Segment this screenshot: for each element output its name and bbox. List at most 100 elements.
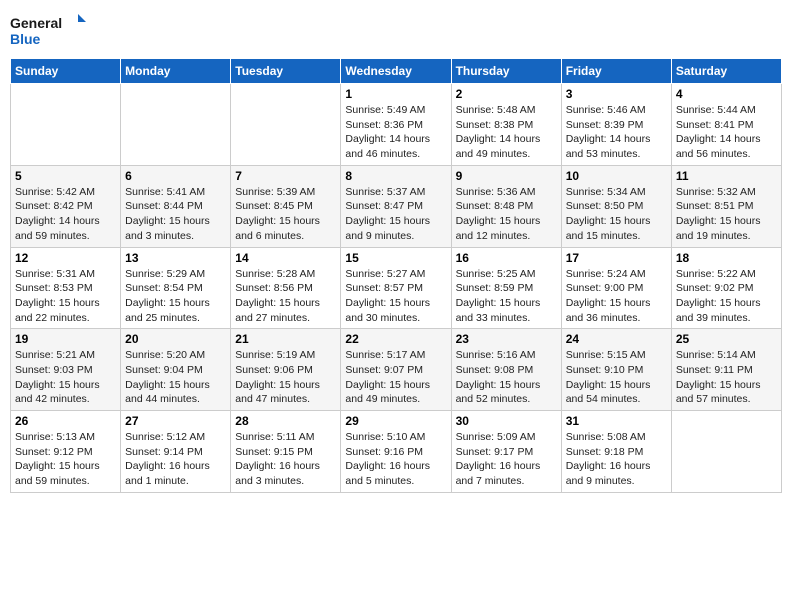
calendar-cell: 23 Sunrise: 5:16 AMSunset: 9:08 PMDayligh…: [451, 329, 561, 411]
day-number: 10: [566, 169, 667, 183]
day-info: Sunrise: 5:21 AMSunset: 9:03 PMDaylight:…: [15, 348, 116, 407]
day-number: 13: [125, 251, 226, 265]
weekday-header: Friday: [561, 59, 671, 84]
day-info: Sunrise: 5:22 AMSunset: 9:02 PMDaylight:…: [676, 267, 777, 326]
day-number: 26: [15, 414, 116, 428]
calendar-cell: 8 Sunrise: 5:37 AMSunset: 8:47 PMDaylight…: [341, 165, 451, 247]
day-number: 24: [566, 332, 667, 346]
day-info: Sunrise: 5:11 AMSunset: 9:15 PMDaylight:…: [235, 430, 336, 489]
day-info: Sunrise: 5:15 AMSunset: 9:10 PMDaylight:…: [566, 348, 667, 407]
day-info: Sunrise: 5:39 AMSunset: 8:45 PMDaylight:…: [235, 185, 336, 244]
day-number: 29: [345, 414, 446, 428]
calendar-cell: 13 Sunrise: 5:29 AMSunset: 8:54 PMDayligh…: [121, 247, 231, 329]
svg-text:Blue: Blue: [10, 31, 41, 47]
calendar-cell: 5 Sunrise: 5:42 AMSunset: 8:42 PMDaylight…: [11, 165, 121, 247]
day-number: 17: [566, 251, 667, 265]
day-info: Sunrise: 5:14 AMSunset: 9:11 PMDaylight:…: [676, 348, 777, 407]
day-info: Sunrise: 5:49 AMSunset: 8:36 PMDaylight:…: [345, 103, 446, 162]
day-info: Sunrise: 5:34 AMSunset: 8:50 PMDaylight:…: [566, 185, 667, 244]
day-info: Sunrise: 5:46 AMSunset: 8:39 PMDaylight:…: [566, 103, 667, 162]
calendar-cell: 7Sunrise: 5:39 AMSunset: 8:45 PMDaylight…: [231, 165, 341, 247]
day-number: 23: [456, 332, 557, 346]
calendar-week-row: 5 Sunrise: 5:42 AMSunset: 8:42 PMDaylight…: [11, 165, 782, 247]
day-number: 1: [345, 87, 446, 101]
day-info: Sunrise: 5:17 AMSunset: 9:07 PMDaylight:…: [345, 348, 446, 407]
day-number: 16: [456, 251, 557, 265]
day-info: Sunrise: 5:09 AMSunset: 9:17 PMDaylight:…: [456, 430, 557, 489]
calendar-cell: 14 Sunrise: 5:28 AMSunset: 8:56 PMDayligh…: [231, 247, 341, 329]
day-info: Sunrise: 5:19 AMSunset: 9:06 PMDaylight:…: [235, 348, 336, 407]
day-info: Sunrise: 5:28 AMSunset: 8:56 PMDaylight:…: [235, 267, 336, 326]
day-number: 20: [125, 332, 226, 346]
calendar-cell: 31Sunrise: 5:08 AMSunset: 9:18 PMDayligh…: [561, 411, 671, 493]
day-number: 14: [235, 251, 336, 265]
calendar-week-row: 19 Sunrise: 5:21 AMSunset: 9:03 PMDayligh…: [11, 329, 782, 411]
day-number: 6: [125, 169, 226, 183]
day-info: Sunrise: 5:20 AMSunset: 9:04 PMDaylight:…: [125, 348, 226, 407]
day-number: 8: [345, 169, 446, 183]
day-info: Sunrise: 5:44 AMSunset: 8:41 PMDaylight:…: [676, 103, 777, 162]
day-info: Sunrise: 5:36 AMSunset: 8:48 PMDaylight:…: [456, 185, 557, 244]
weekday-header: Wednesday: [341, 59, 451, 84]
day-number: 4: [676, 87, 777, 101]
day-number: 27: [125, 414, 226, 428]
day-info: Sunrise: 5:27 AMSunset: 8:57 PMDaylight:…: [345, 267, 446, 326]
day-number: 21: [235, 332, 336, 346]
weekday-header: Sunday: [11, 59, 121, 84]
calendar-cell: 6 Sunrise: 5:41 AMSunset: 8:44 PMDaylight…: [121, 165, 231, 247]
calendar-cell: [671, 411, 781, 493]
calendar-cell: 10 Sunrise: 5:34 AMSunset: 8:50 PMDayligh…: [561, 165, 671, 247]
weekday-header: Saturday: [671, 59, 781, 84]
day-number: 19: [15, 332, 116, 346]
day-number: 2: [456, 87, 557, 101]
day-number: 15: [345, 251, 446, 265]
calendar-cell: 20 Sunrise: 5:20 AMSunset: 9:04 PMDayligh…: [121, 329, 231, 411]
day-info: Sunrise: 5:37 AMSunset: 8:47 PMDaylight:…: [345, 185, 446, 244]
weekday-header: Monday: [121, 59, 231, 84]
weekday-header: Tuesday: [231, 59, 341, 84]
day-info: Sunrise: 5:16 AMSunset: 9:08 PMDaylight:…: [456, 348, 557, 407]
day-info: Sunrise: 5:12 AMSunset: 9:14 PMDaylight:…: [125, 430, 226, 489]
calendar-cell: 2Sunrise: 5:48 AMSunset: 8:38 PMDaylight…: [451, 84, 561, 166]
calendar-cell: 12Sunrise: 5:31 AMSunset: 8:53 PMDayligh…: [11, 247, 121, 329]
page-header: General Blue: [10, 10, 782, 50]
day-info: Sunrise: 5:13 AMSunset: 9:12 PMDaylight:…: [15, 430, 116, 489]
day-info: Sunrise: 5:24 AMSunset: 9:00 PMDaylight:…: [566, 267, 667, 326]
calendar-cell: 30Sunrise: 5:09 AMSunset: 9:17 PMDayligh…: [451, 411, 561, 493]
calendar-cell: 26 Sunrise: 5:13 AMSunset: 9:12 PMDayligh…: [11, 411, 121, 493]
calendar-cell: 3 Sunrise: 5:46 AMSunset: 8:39 PMDaylight…: [561, 84, 671, 166]
calendar-cell: 15 Sunrise: 5:27 AMSunset: 8:57 PMDayligh…: [341, 247, 451, 329]
calendar-cell: 9 Sunrise: 5:36 AMSunset: 8:48 PMDaylight…: [451, 165, 561, 247]
calendar-cell: 29Sunrise: 5:10 AMSunset: 9:16 PMDayligh…: [341, 411, 451, 493]
calendar-cell: [121, 84, 231, 166]
day-number: 9: [456, 169, 557, 183]
day-number: 18: [676, 251, 777, 265]
day-number: 31: [566, 414, 667, 428]
day-number: 11: [676, 169, 777, 183]
day-number: 3: [566, 87, 667, 101]
day-number: 28: [235, 414, 336, 428]
calendar-cell: 21 Sunrise: 5:19 AMSunset: 9:06 PMDayligh…: [231, 329, 341, 411]
calendar-cell: 25 Sunrise: 5:14 AMSunset: 9:11 PMDayligh…: [671, 329, 781, 411]
calendar-cell: 22Sunrise: 5:17 AMSunset: 9:07 PMDayligh…: [341, 329, 451, 411]
calendar-cell: 16 Sunrise: 5:25 AMSunset: 8:59 PMDayligh…: [451, 247, 561, 329]
day-number: 25: [676, 332, 777, 346]
day-info: Sunrise: 5:29 AMSunset: 8:54 PMDaylight:…: [125, 267, 226, 326]
day-info: Sunrise: 5:31 AMSunset: 8:53 PMDaylight:…: [15, 267, 116, 326]
day-number: 5: [15, 169, 116, 183]
calendar-cell: 19 Sunrise: 5:21 AMSunset: 9:03 PMDayligh…: [11, 329, 121, 411]
calendar-cell: 24 Sunrise: 5:15 AMSunset: 9:10 PMDayligh…: [561, 329, 671, 411]
day-info: Sunrise: 5:41 AMSunset: 8:44 PMDaylight:…: [125, 185, 226, 244]
weekday-header: Thursday: [451, 59, 561, 84]
calendar-cell: 4 Sunrise: 5:44 AMSunset: 8:41 PMDaylight…: [671, 84, 781, 166]
svg-text:General: General: [10, 15, 62, 31]
calendar-cell: 11Sunrise: 5:32 AMSunset: 8:51 PMDayligh…: [671, 165, 781, 247]
logo-svg: General Blue: [10, 10, 90, 50]
calendar-cell: [11, 84, 121, 166]
calendar-week-row: 1 Sunrise: 5:49 AMSunset: 8:36 PMDaylight…: [11, 84, 782, 166]
calendar-cell: 1 Sunrise: 5:49 AMSunset: 8:36 PMDaylight…: [341, 84, 451, 166]
day-info: Sunrise: 5:42 AMSunset: 8:42 PMDaylight:…: [15, 185, 116, 244]
day-info: Sunrise: 5:25 AMSunset: 8:59 PMDaylight:…: [456, 267, 557, 326]
calendar-cell: 18 Sunrise: 5:22 AMSunset: 9:02 PMDayligh…: [671, 247, 781, 329]
calendar-table: SundayMondayTuesdayWednesdayThursdayFrid…: [10, 58, 782, 493]
